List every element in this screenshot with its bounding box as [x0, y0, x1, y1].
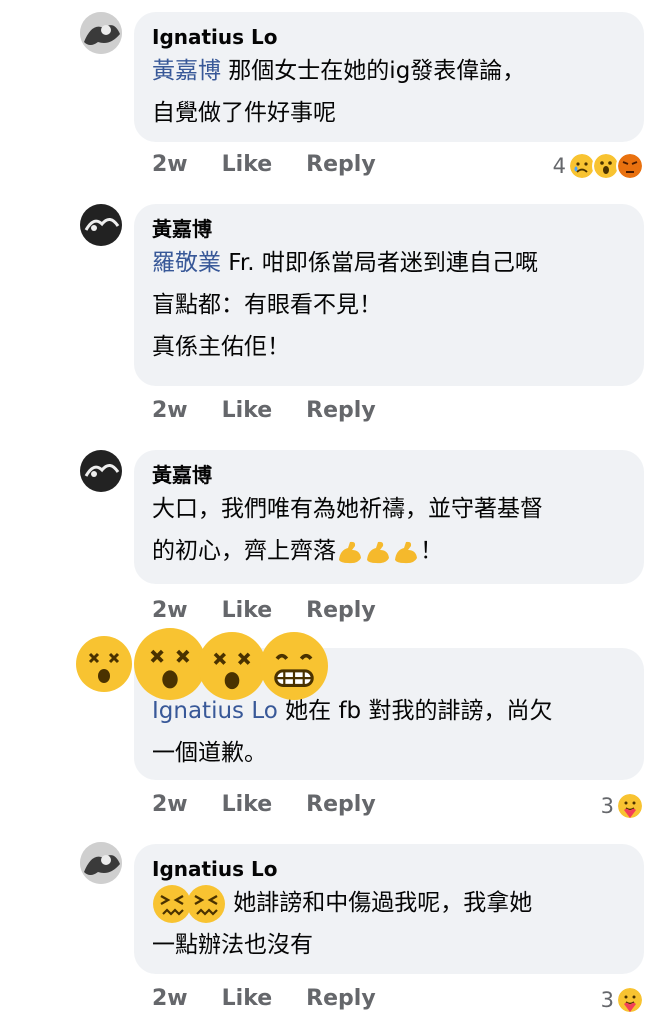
avatar[interactable]: [80, 450, 122, 492]
comment-text: 她誹謗和中傷過我呢，我拿她 一點辦法也沒有: [152, 882, 626, 966]
comment-author[interactable]: 黃嘉博: [152, 216, 626, 242]
reaction-summary[interactable]: 4: [553, 152, 644, 180]
avatar[interactable]: [80, 204, 122, 246]
comment-bubble: Ignatius Lo 她誹謗和中傷過我呢，我拿她 一點辦法也沒有: [134, 844, 644, 974]
timestamp[interactable]: 2w: [152, 598, 188, 623]
reaction-count: 4: [552, 154, 566, 178]
comment-bubble: 黃嘉博 大口，我們唯有為她祈禱，並守著基督 的初心，齊上齊落！: [134, 450, 644, 584]
timestamp[interactable]: 2w: [152, 986, 188, 1011]
avatar[interactable]: [80, 842, 122, 884]
reply-button[interactable]: Reply: [306, 398, 376, 423]
comment-bubble: Ignatius Lo 黃嘉博 那個女士在她的ig發表偉論， 自覺做了件好事呢: [134, 12, 644, 142]
comment-author[interactable]: Ignatius Lo: [152, 24, 626, 50]
comment-text: 羅敬業 Fr. 咁即係當局者迷到連自己嘅 盲點都：有眼看不見！ 真係主佑佢！: [152, 250, 538, 360]
comment-actions: 2w Like Reply: [152, 598, 376, 623]
like-button[interactable]: Like: [222, 986, 273, 1011]
flexed-biceps-icon: [339, 541, 361, 563]
like-button[interactable]: Like: [222, 398, 273, 423]
dizzy-face-icon: [76, 636, 132, 692]
timestamp[interactable]: 2w: [152, 152, 188, 177]
reply-button[interactable]: Reply: [306, 152, 376, 177]
dizzy-face-icon: [198, 632, 266, 700]
comment-author[interactable]: 黃嘉博: [152, 462, 626, 488]
avatar[interactable]: [80, 12, 122, 54]
care-reaction-icon: [616, 986, 644, 1014]
comment-text: 黃嘉博 那個女士在她的ig發表偉論， 自覺做了件好事呢: [152, 58, 526, 126]
grimacing-face-icon: [260, 632, 328, 700]
confounded-face-icon: [187, 884, 225, 923]
reply-button[interactable]: Reply: [306, 598, 376, 623]
reaction-count: 3: [600, 794, 614, 818]
comment-author[interactable]: Ignatius Lo: [152, 856, 626, 882]
comment-actions: 2w Like Reply: [152, 398, 376, 423]
comment-text: 大口，我們唯有為她祈禱，並守著基督 的初心，齊上齊落！: [152, 496, 543, 564]
comment-actions: 2w Like Reply: [152, 152, 376, 177]
dizzy-face-icon: [134, 628, 206, 700]
reply-button[interactable]: Reply: [306, 792, 376, 817]
overlay-emoji-group: [76, 628, 336, 704]
comment-actions: 2w Like Reply: [152, 986, 376, 1011]
reaction-summary[interactable]: 3: [601, 986, 644, 1014]
comment-bubble: 黃嘉博 羅敬業 Fr. 咁即係當局者迷到連自己嘅 盲點都：有眼看不見！ 真係主佑佢！: [134, 204, 644, 386]
comment-actions: 2w Like Reply: [152, 792, 376, 817]
like-button[interactable]: Like: [222, 152, 273, 177]
care-reaction-icon: [616, 792, 644, 820]
like-button[interactable]: Like: [222, 598, 273, 623]
timestamp[interactable]: 2w: [152, 792, 188, 817]
like-button[interactable]: Like: [222, 792, 273, 817]
flexed-biceps-icon: [367, 541, 389, 563]
angry-reaction-icon: [616, 152, 644, 180]
flexed-biceps-icon: [395, 541, 417, 563]
timestamp[interactable]: 2w: [152, 398, 188, 423]
reaction-count: 3: [600, 988, 614, 1012]
reply-button[interactable]: Reply: [306, 986, 376, 1011]
reaction-summary[interactable]: 3: [601, 792, 644, 820]
mention-link[interactable]: 黃嘉博: [152, 58, 221, 84]
mention-link[interactable]: 羅敬業: [152, 250, 221, 276]
